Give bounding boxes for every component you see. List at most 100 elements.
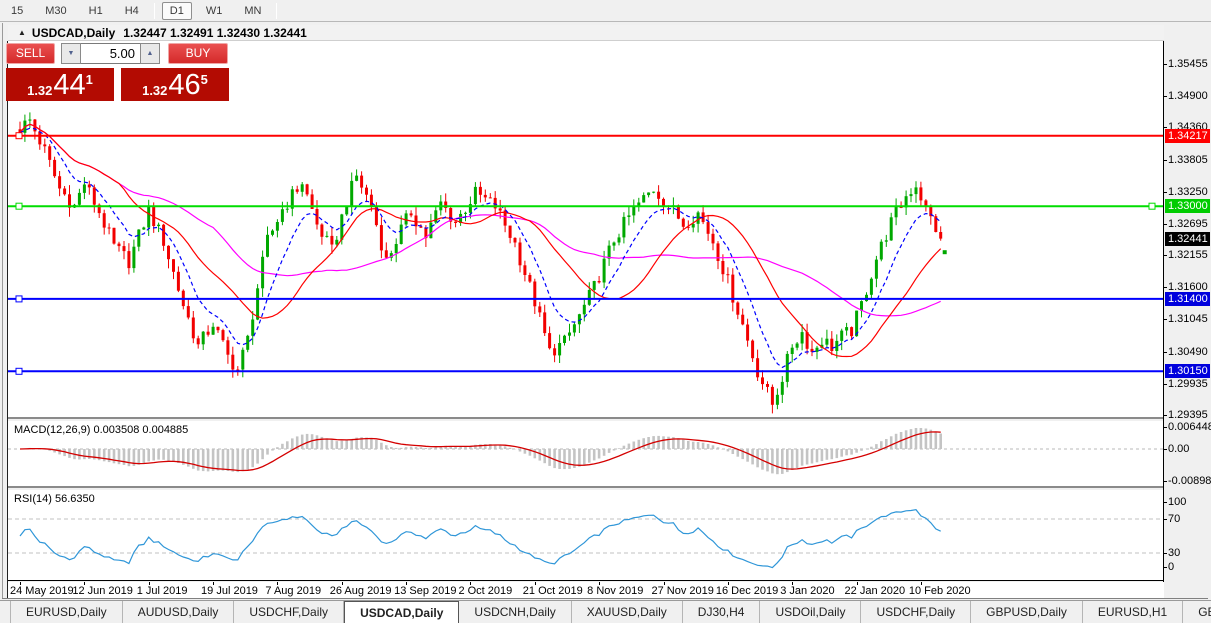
tab-dj30-h4[interactable]: DJ30,H4 — [683, 601, 761, 623]
hline-price-label: 1.34217 — [1165, 128, 1210, 143]
rsi-canvas[interactable] — [8, 490, 1164, 580]
rsi-axis-tick-label: 30 — [1168, 547, 1181, 559]
time-axis-date-label: 16 Dec 2019 — [715, 585, 779, 597]
tab-usdchf-daily[interactable]: USDCHF,Daily — [861, 601, 972, 623]
axis-tick-mark — [1163, 351, 1167, 353]
price-axis-tick-label: 1.29935 — [1168, 377, 1208, 390]
macd-label: MACD(12,26,9) 0.003508 0.004885 — [14, 424, 189, 436]
price-axis-tick-label: 1.33805 — [1168, 153, 1208, 166]
toolbar-separator — [276, 2, 278, 19]
axis-tick-mark — [1163, 223, 1167, 225]
trade-panel-controls: SELL ▼ ▲ BUY — [6, 43, 229, 64]
timeframe-button-d1[interactable]: D1 — [161, 1, 192, 20]
hline-price-label: 1.33000 — [1165, 199, 1210, 214]
timeframe-button-m30[interactable]: M30 — [37, 2, 74, 20]
time-axis-date-label: 8 Nov 2019 — [587, 585, 644, 597]
tab-eurusd-h1[interactable]: EURUSD,H1 — [1083, 601, 1184, 623]
sell-price-big: 44 — [53, 69, 86, 101]
terminal-window: 15 M30 H1 H4 D1 W1 MN ▲ USDCAD,Daily 1.32447 1… — [0, 0, 1211, 623]
axis-tick-mark — [1163, 319, 1167, 321]
sell-price-display[interactable]: 1.32 44 1 — [6, 68, 114, 101]
rsi-axis-tick-label: 100 — [1168, 496, 1187, 508]
price-axis-tick-label: 1.31045 — [1168, 313, 1208, 326]
axis-tick-mark — [1163, 481, 1167, 482]
timeframe-button-15[interactable]: 15 — [3, 2, 31, 20]
hline-price-label: 1.30150 — [1165, 364, 1210, 379]
chart-frame-left — [2, 23, 3, 599]
sell-button[interactable]: SELL — [6, 43, 55, 64]
price-axis: 1.35455 1.34900 1.34360 1.33805 1.33250 1.326… — [1163, 41, 1211, 598]
time-axis-date-label: 7 Aug 2019 — [265, 585, 322, 597]
rsi-axis-tick-label: 0 — [1168, 561, 1175, 573]
time-axis-date-label: 2 Oct 2019 — [458, 585, 513, 597]
time-axis-date-label: 12 Jun 2019 — [72, 585, 133, 597]
chart-title-bar: ▲ USDCAD,Daily 1.32447 1.32491 1.32430 1… — [8, 25, 1164, 41]
price-axis-tick-label: 1.35455 — [1168, 58, 1208, 70]
trade-panel-quotes: 1.32 44 1 1.32 46 5 — [6, 68, 229, 101]
tab-usdchf-daily[interactable]: USDCHF,Daily — [234, 601, 345, 623]
buy-price-display[interactable]: 1.32 46 5 — [121, 68, 229, 101]
one-click-trading-panel: SELL ▼ ▲ BUY 1.32 44 1 1.32 46 5 — [6, 43, 229, 101]
time-axis-date-label: 3 Jan 2020 — [780, 585, 835, 597]
price-axis-tick-label: 1.32695 — [1168, 217, 1208, 230]
time-axis-date-label: 26 Aug 2019 — [329, 585, 392, 597]
tab-gbpaud-h1[interactable]: GBPAUD,H1 — [1183, 601, 1211, 623]
current-price-label: 1.32441 — [1165, 231, 1210, 246]
tab-usdoil-daily[interactable]: USDOil,Daily — [760, 601, 862, 623]
timeframe-button-w1[interactable]: W1 — [198, 2, 231, 20]
tab-gbpusd-daily[interactable]: GBPUSD,Daily — [971, 601, 1083, 623]
chart-frame-bottom — [2, 598, 1208, 599]
tab-eurusd-daily[interactable]: EURUSD,Daily — [10, 601, 123, 623]
time-axis-date-label: 19 Jul 2019 — [201, 585, 258, 597]
rsi-axis-tick-label: 70 — [1168, 513, 1181, 525]
tab-audusd-daily[interactable]: AUDUSD,Daily — [123, 601, 235, 623]
rsi-label: RSI(14) 56.6350 — [14, 493, 95, 505]
volume-decrease-button[interactable]: ▼ — [61, 43, 81, 64]
axis-tick-mark — [1163, 449, 1167, 450]
price-axis-tick-label: 1.34900 — [1168, 90, 1208, 103]
macd-axis-tick-label: 0.006448 — [1168, 421, 1211, 433]
axis-tick-mark — [1163, 96, 1167, 98]
price-axis-tick-label: 1.33250 — [1168, 185, 1208, 198]
time-axis-date-label: 10 Feb 2020 — [908, 585, 971, 597]
axis-tick-mark — [1163, 415, 1167, 416]
timeframe-button-h1[interactable]: H1 — [81, 2, 111, 20]
timeframe-button-mn[interactable]: MN — [236, 2, 269, 20]
axis-tick-mark — [1163, 553, 1167, 554]
tab-usdcad-daily[interactable]: USDCAD,Daily — [344, 601, 460, 623]
axis-tick-mark — [1163, 159, 1167, 161]
collapse-chart-icon[interactable]: ▲ — [18, 28, 26, 37]
macd-indicator-pane[interactable]: MACD(12,26,9) 0.003508 0.004885 — [8, 421, 1164, 488]
buy-button[interactable]: BUY — [168, 43, 228, 64]
chart-title-ohlc: 1.32447 1.32491 1.32430 1.32441 — [123, 25, 307, 40]
macd-axis-tick-label: -0.008982 — [1168, 475, 1211, 487]
volume-increase-button[interactable]: ▲ — [140, 43, 160, 64]
chart-tab-bar: EURUSD,Daily AUDUSD,Daily USDCHF,Daily USDC… — [0, 600, 1211, 623]
chart-title-symbol: USDCAD,Daily — [31, 25, 116, 40]
sell-price-pip: 1 — [85, 72, 93, 87]
rsi-indicator-pane[interactable]: RSI(14) 56.6350 — [8, 490, 1164, 581]
axis-tick-mark — [1163, 502, 1167, 503]
axis-tick-mark — [1163, 383, 1167, 385]
sell-price-prefix: 1.32 — [27, 83, 53, 98]
time-axis-date-label: 1 Jul 2019 — [136, 585, 188, 597]
time-axis-date-label: 22 Jan 2020 — [844, 585, 906, 597]
axis-tick-mark — [1163, 427, 1167, 428]
toolbar-separator — [153, 2, 155, 19]
time-axis: 24 May 2019 12 Jun 2019 1 Jul 2019 19 Jul 2… — [8, 582, 1164, 598]
time-axis-date-label: 24 May 2019 — [10, 585, 74, 597]
axis-tick-mark — [1163, 64, 1167, 65]
time-axis-date-label: 21 Oct 2019 — [522, 585, 583, 597]
price-axis-tick-label: 1.30490 — [1168, 345, 1208, 358]
tab-xauusd-daily[interactable]: XAUUSD,Daily — [572, 601, 683, 623]
buy-price-prefix: 1.32 — [142, 83, 168, 98]
time-axis-date-label: 13 Sep 2019 — [394, 585, 457, 597]
macd-axis-tick-label: 0.00 — [1168, 443, 1190, 455]
tab-usdcnh-daily[interactable]: USDCNH,Daily — [459, 601, 572, 623]
volume-input[interactable] — [81, 43, 140, 64]
axis-tick-mark — [1163, 255, 1167, 257]
axis-tick-mark — [1163, 191, 1167, 193]
timeframe-button-h4[interactable]: H4 — [117, 2, 147, 20]
axis-tick-mark — [1163, 567, 1167, 568]
timeframe-toolbar: 15 M30 H1 H4 D1 W1 MN — [0, 0, 1211, 22]
